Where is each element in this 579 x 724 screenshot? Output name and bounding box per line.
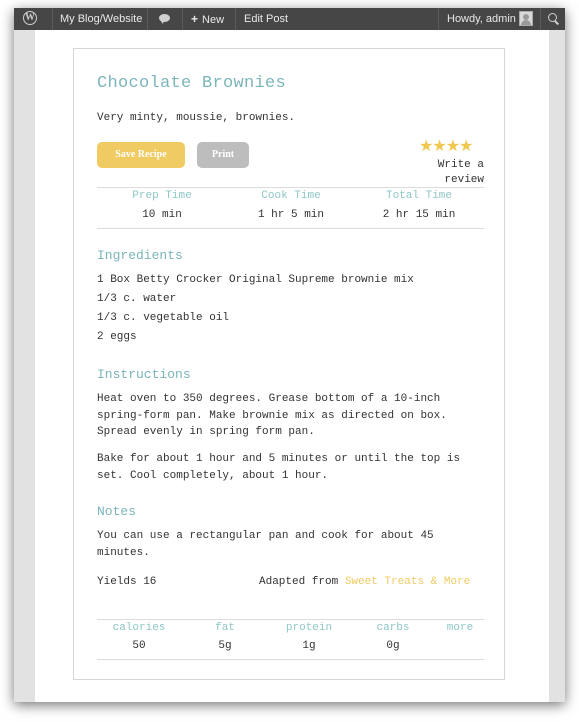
admin-bar-divider: [540, 8, 541, 30]
wordpress-logo-icon[interactable]: W: [20, 8, 44, 30]
admin-bar-divider: [235, 8, 236, 30]
recipe-summary: Very minty, moussie, brownies.: [97, 112, 296, 124]
star-rating[interactable]: ★★★★: [419, 136, 473, 155]
instruction-step: Bake for about 1 hour and 5 minutes or u…: [97, 453, 461, 482]
admin-bar-divider: [182, 8, 183, 30]
fat-label: fat: [215, 622, 235, 634]
protein-value: 1g: [302, 640, 316, 652]
adapted-from: Adapted from Sweet Treats & More: [259, 576, 470, 588]
cook-time-label: Cook Time: [261, 190, 321, 202]
site-name-link[interactable]: My Blog/Website: [60, 8, 142, 30]
howdy-account-link[interactable]: Howdy, admin: [447, 8, 516, 30]
new-label: New: [202, 14, 225, 26]
instructions-heading: Instructions: [97, 367, 191, 382]
carbs-value: 0g: [386, 640, 400, 652]
admin-bar-divider: [147, 8, 148, 30]
admin-bar-divider: [438, 8, 439, 30]
admin-bar: W My Blog/Website + New Edit Post Howdy, …: [14, 8, 565, 30]
browser-window: W My Blog/Website + New Edit Post Howdy, …: [14, 8, 565, 702]
search-icon[interactable]: [545, 11, 565, 27]
adapted-source-link[interactable]: Sweet Treats & More: [345, 576, 470, 588]
total-time-label: Total Time: [385, 190, 452, 202]
admin-bar-divider: [52, 8, 53, 30]
more-link[interactable]: more: [420, 622, 500, 634]
edit-post-link[interactable]: Edit Post: [244, 8, 288, 30]
ingredient-item: 2 eggs: [97, 331, 137, 343]
recipe-times: Prep Time 10 min Cook Time 1 hr 5 min To…: [97, 187, 484, 229]
new-content-link[interactable]: + New: [191, 8, 224, 30]
total-time-value: 2 hr 15 min: [382, 209, 456, 221]
recipe-notes: You can use a rectangular pan and cook f…: [97, 530, 434, 559]
recipe-title: Chocolate Brownies: [97, 74, 287, 93]
comment-bubble-icon: [159, 14, 170, 24]
cook-time-value: 1 hr 5 min: [257, 209, 324, 221]
calories-label: calories: [112, 622, 166, 634]
write-review-link[interactable]: Write a review: [424, 158, 484, 188]
review-line-2: review: [444, 174, 484, 186]
recipe-card: Chocolate Brownies Very minty, moussie, …: [73, 48, 505, 680]
avatar[interactable]: [519, 11, 533, 26]
prep-time-label: Prep Time: [132, 190, 192, 202]
instruction-step: Heat oven to 350 degrees. Grease bottom …: [97, 393, 447, 438]
adapted-prefix: Adapted from: [259, 576, 339, 588]
recipe-yield: Yields 16: [97, 576, 157, 588]
ingredients-heading: Ingredients: [97, 248, 183, 263]
ingredient-item: 1 Box Betty Crocker Original Supreme bro…: [97, 274, 414, 286]
plus-icon: +: [191, 12, 199, 26]
protein-label: protein: [285, 622, 333, 634]
review-line-1: Write a: [437, 159, 484, 171]
ingredient-item: 1/3 c. vegetable oil: [97, 312, 230, 324]
print-button[interactable]: Print: [197, 142, 249, 168]
ingredient-item: 1/3 c. water: [97, 293, 177, 305]
save-recipe-button[interactable]: Save Recipe: [97, 142, 185, 168]
fat-value: 5g: [218, 640, 232, 652]
prep-time-value: 10 min: [142, 209, 182, 221]
page-content: Chocolate Brownies Very minty, moussie, …: [35, 30, 549, 702]
comments-link[interactable]: [154, 8, 174, 30]
nutrition-table: calories 50 fat 5g protein 1g carbs 0g m…: [97, 619, 484, 660]
notes-heading: Notes: [97, 504, 137, 519]
calories-value: 50: [132, 640, 146, 652]
